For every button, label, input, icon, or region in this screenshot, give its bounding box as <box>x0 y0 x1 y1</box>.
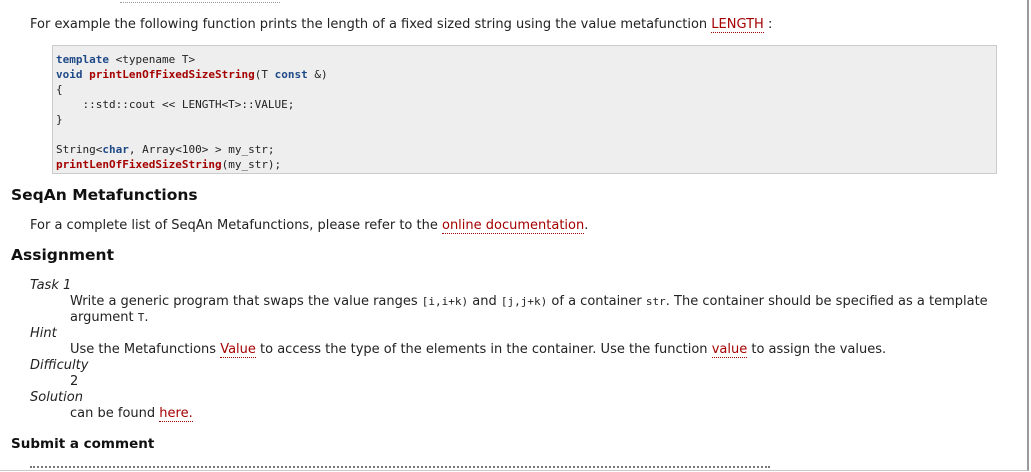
task-label: Task 1 <box>30 278 72 293</box>
hint-label: Hint <box>30 326 57 341</box>
seqan-suffix: . <box>584 218 589 233</box>
code-listing: template <typename T> void printLenOfFix… <box>56 52 328 172</box>
code-function-name: printLenOfFixedSizeString <box>56 158 222 171</box>
code-text: { <box>56 83 63 96</box>
seqan-text: For a complete list of SeqAn Metafunctio… <box>30 218 438 233</box>
intro-text: For example the following function print… <box>30 17 708 32</box>
code-function-name: printLenOfFixedSizeString <box>89 68 255 81</box>
code-text: , Array<100> > my_str; <box>128 143 275 156</box>
intro-paragraph: For example the following function print… <box>30 17 772 33</box>
hint-text: Use the Metafunctions <box>70 342 217 357</box>
code-text: <typename T> <box>108 53 196 66</box>
inline-code: [i,i+k) <box>421 295 469 308</box>
task-text: and <box>472 294 497 309</box>
value-function-link[interactable]: value <box>711 342 748 358</box>
solution-label: Solution <box>30 390 83 405</box>
solution-text: can be found <box>70 406 156 421</box>
code-text: } <box>56 113 63 126</box>
inline-code: [j,j+k) <box>500 295 548 308</box>
length-link[interactable]: LENGTH <box>711 17 764 33</box>
hint-text: to assign the values. <box>751 342 887 357</box>
difficulty-value: 2 <box>70 374 79 389</box>
inline-code: str <box>645 295 666 308</box>
code-text: (my_str); <box>221 158 282 171</box>
clipped-text-top <box>120 0 280 3</box>
code-text: (T <box>254 68 275 81</box>
intro-suffix: : <box>767 17 773 32</box>
difficulty-label: Difficulty <box>30 358 89 373</box>
task-text: Write a generic program that swaps the v… <box>70 294 418 309</box>
seqan-paragraph: For a complete list of SeqAn Metafunctio… <box>30 218 588 234</box>
code-block: template <typename T> void printLenOfFix… <box>52 45 997 174</box>
page-frame: For example the following function print… <box>0 0 1029 471</box>
code-text: ::std::cout << LENGTH<T>::VALUE; <box>56 98 295 111</box>
code-keyword: void <box>56 68 83 81</box>
assignment-heading: Assignment <box>11 246 114 264</box>
code-keyword: template <box>56 53 109 66</box>
task-text: of a container <box>551 294 642 309</box>
code-keyword: const <box>274 68 308 81</box>
code-text: String< <box>56 143 103 156</box>
solution-description: can be found here. <box>70 406 990 422</box>
online-documentation-link[interactable]: online documentation <box>441 218 585 234</box>
solution-here-link[interactable]: here. <box>159 406 193 422</box>
task-text: . <box>144 310 149 325</box>
hint-description: Use the Metafunctions Value to access th… <box>70 342 990 358</box>
hint-text: to access the type of the elements in th… <box>260 342 708 357</box>
clipped-text-bottom <box>30 466 770 470</box>
value-metafunction-link[interactable]: Value <box>220 342 256 358</box>
code-text: &) <box>307 68 328 81</box>
submit-comment-heading: Submit a comment <box>11 436 155 452</box>
code-keyword: char <box>102 143 129 156</box>
seqan-metafunctions-heading: SeqAn Metafunctions <box>11 186 198 204</box>
task-description: Write a generic program that swaps the v… <box>70 294 990 326</box>
